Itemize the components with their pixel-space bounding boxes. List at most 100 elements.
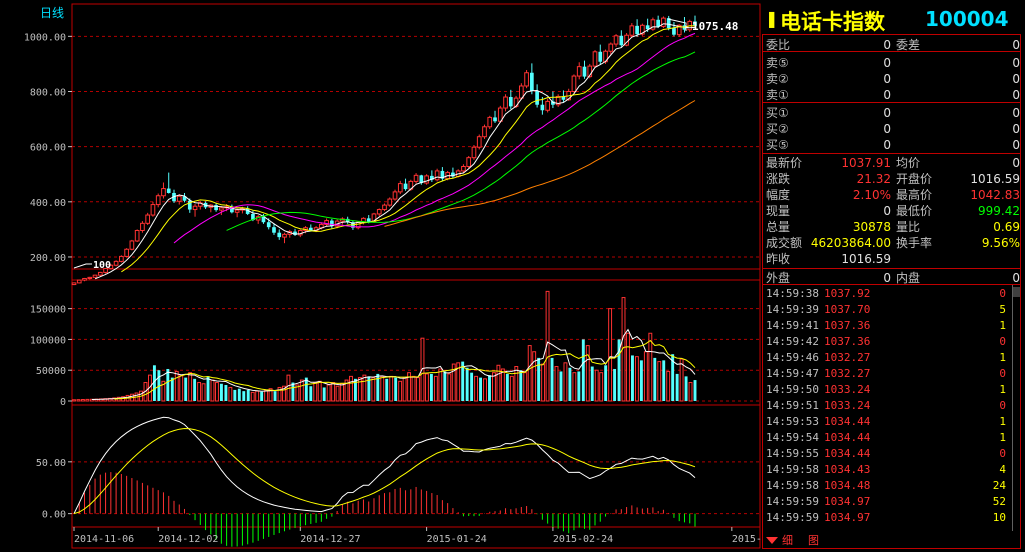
tick-row[interactable]: 14:59:59 1034.97 10 — [762, 510, 1022, 526]
tick-price: 1034.44 — [824, 431, 871, 444]
tick-volume: 0 — [999, 447, 1006, 460]
volume-bar — [85, 398, 90, 402]
tick-price: 1033.24 — [824, 383, 871, 396]
volume-bar — [541, 363, 546, 402]
candle — [197, 201, 203, 210]
tick-volume: 0 — [999, 367, 1006, 380]
candle — [582, 60, 587, 79]
tab-chart[interactable]: 图 — [808, 533, 819, 549]
stat-label: 最高价 — [896, 188, 933, 202]
volume-bar — [585, 345, 590, 402]
candle — [451, 167, 455, 179]
volume-bar — [684, 376, 688, 401]
candle — [129, 239, 135, 251]
tick-row[interactable]: 14:59:47 1032.27 0 — [762, 366, 1022, 382]
tick-row[interactable]: 14:59:53 1034.44 1 — [762, 414, 1022, 430]
volume-bar — [242, 391, 246, 401]
tick-volume: 10 — [992, 511, 1006, 524]
volume-bar — [299, 379, 304, 402]
candle — [219, 206, 224, 216]
tick-row[interactable]: 14:59:46 1032.27 1 — [762, 350, 1022, 366]
sell-volume: 0 — [1012, 88, 1020, 102]
volume-bar — [385, 378, 389, 401]
stats-row: 昨收 1016.59 — [762, 251, 1022, 267]
date-tick-label: 2014-12-02 — [158, 534, 218, 545]
tick-row[interactable]: 14:59:41 1037.36 1 — [762, 318, 1022, 334]
tick-row[interactable]: 14:59:51 1033.24 0 — [762, 398, 1022, 414]
candle — [672, 21, 676, 37]
stat-value: 1016.59 — [841, 252, 891, 266]
tick-time: 14:59:46 — [766, 351, 819, 364]
tick-row[interactable]: 14:59:38 1037.92 0 — [762, 286, 1022, 302]
volume-bar — [219, 383, 223, 401]
tick-row[interactable]: 14:59:59 1034.97 52 — [762, 494, 1022, 510]
date-tick-label: 2015-02-24 — [553, 534, 613, 545]
order-diff-value: 0 — [1012, 38, 1020, 52]
stat-value: 1042.83 — [970, 188, 1020, 202]
tick-volume: 1 — [999, 415, 1006, 428]
candle — [92, 274, 98, 278]
volume-bar — [679, 358, 684, 402]
candle — [571, 74, 577, 93]
tick-volume: 52 — [992, 495, 1006, 508]
volume-bar — [581, 339, 585, 401]
candle — [255, 215, 261, 224]
tab-arrow-icon[interactable] — [766, 537, 778, 544]
volume-bar — [237, 388, 241, 401]
volume-bar — [479, 377, 483, 401]
candle — [277, 229, 282, 240]
stats-row: 最新价 1037.91 均价 0 — [762, 155, 1022, 171]
tick-row[interactable]: 14:59:54 1034.44 1 — [762, 430, 1022, 446]
volume-bar — [411, 375, 416, 402]
tick-row[interactable]: 14:59:50 1033.24 1 — [762, 382, 1022, 398]
volume-bar — [509, 375, 514, 402]
candle — [282, 232, 287, 244]
svg-text:100: 100 — [93, 260, 111, 271]
volume-bar — [465, 367, 469, 401]
chart-area[interactable]: 日线 1000.00800.00600.00400.00200.00150000… — [0, 0, 762, 552]
candle — [140, 221, 145, 233]
order-ratio-label: 委比 — [766, 38, 791, 52]
buy-volume: 0 — [1012, 138, 1020, 152]
tick-row[interactable]: 14:59:39 1037.70 5 — [762, 302, 1022, 318]
buy-row: 买① 0 0 — [762, 105, 1022, 121]
stat-label: 均价 — [896, 156, 921, 170]
candle — [471, 144, 477, 160]
volume-bar — [492, 372, 496, 402]
tick-row[interactable]: 14:59:58 1034.43 4 — [762, 462, 1022, 478]
tick-time: 14:59:50 — [766, 383, 819, 396]
candle — [192, 204, 198, 217]
tick-row[interactable]: 14:59:55 1034.44 0 — [762, 446, 1022, 462]
volume-bar — [608, 308, 613, 402]
candle — [134, 229, 140, 243]
volume-bar — [255, 390, 260, 402]
stat-value: 9.56% — [981, 236, 1020, 250]
volume-bar — [550, 357, 554, 401]
order-diff-label: 委差 — [896, 38, 921, 52]
tab-detail[interactable]: 细 — [782, 533, 793, 549]
volume-bar — [634, 356, 639, 402]
volume-bar — [331, 382, 336, 402]
volume-bar — [362, 374, 367, 402]
volume-tick-label: 50000 — [36, 366, 66, 377]
outer-disk-label: 外盘 — [766, 271, 791, 285]
candle — [524, 69, 529, 89]
stats-row: 成交额 46203864.00 换手率 9.56% — [762, 235, 1022, 251]
volume-bar — [210, 379, 215, 402]
candle — [87, 276, 93, 280]
tick-price: 1032.27 — [824, 351, 871, 364]
volume-bar — [470, 372, 474, 401]
volume-bar — [224, 384, 228, 401]
volume-bar — [429, 373, 433, 401]
tick-time: 14:59:47 — [766, 367, 819, 380]
tick-time: 14:59:54 — [766, 431, 819, 444]
tick-row[interactable]: 14:59:42 1037.36 0 — [762, 334, 1022, 350]
tick-row[interactable]: 14:59:58 1034.48 24 — [762, 478, 1022, 494]
volume-bar — [206, 376, 210, 401]
candle — [76, 279, 82, 284]
tick-time: 14:59:41 — [766, 319, 819, 332]
stat-value: 21.32 — [856, 172, 891, 186]
volume-bar — [335, 385, 340, 402]
stat-label: 昨收 — [766, 252, 791, 266]
candle — [430, 170, 434, 182]
